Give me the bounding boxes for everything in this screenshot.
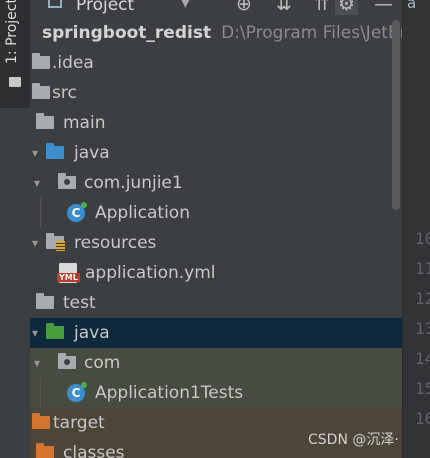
project-root-label: springboot_redist D:\Program Files\JetBra… bbox=[42, 18, 402, 48]
project-tree[interactable]: ▾ springboot_redist D:\Program Files\JetB… bbox=[30, 18, 402, 458]
tree-row-label: target bbox=[53, 413, 105, 433]
tree-row-label: resources bbox=[74, 233, 157, 253]
ide-window: 1: Project Project ▼ ⊕ ⇊ ⇈ ⚙ — ▾ springb… bbox=[0, 0, 430, 458]
project-tool-tab[interactable]: 1: Project bbox=[0, 0, 30, 108]
indent-guide bbox=[40, 198, 41, 228]
hide-panel-icon[interactable]: — bbox=[374, 0, 393, 15]
resources-folder-icon bbox=[46, 233, 65, 251]
tree-row-label: java bbox=[74, 143, 110, 163]
folder-icon bbox=[36, 113, 54, 129]
tree-row-package-com[interactable]: ▾ com bbox=[30, 348, 402, 378]
tree-row-label: Application bbox=[95, 203, 190, 223]
indent-guide bbox=[40, 378, 41, 408]
tree-row-label: com.junjie1 bbox=[84, 173, 183, 193]
tree-scrollbar-thumb[interactable] bbox=[392, 20, 400, 210]
chevron-down-icon[interactable]: ▾ bbox=[32, 318, 44, 348]
java-class-icon: C bbox=[67, 382, 87, 402]
line-number: 16 bbox=[415, 409, 430, 428]
chevron-down-icon[interactable]: ▼ bbox=[180, 0, 191, 10]
editor-gutter: a 10 11 12 13 14 15 16 bbox=[402, 0, 430, 458]
tree-row-idea[interactable]: .idea bbox=[30, 48, 402, 78]
tree-row-label: java bbox=[74, 323, 110, 343]
tree-row-label: application.yml bbox=[85, 263, 216, 283]
chevron-down-icon[interactable]: ▾ bbox=[30, 18, 36, 48]
folder-icon bbox=[9, 77, 21, 87]
tree-row-application1tests-class[interactable]: C Application1Tests bbox=[30, 378, 402, 408]
tree-row-src[interactable]: src bbox=[30, 78, 402, 108]
excluded-folder-icon bbox=[32, 413, 50, 429]
tree-row-test[interactable]: test bbox=[30, 288, 402, 318]
line-number: 11 bbox=[415, 259, 430, 278]
line-number: 14 bbox=[415, 349, 430, 368]
tree-row-package-junjie1[interactable]: ▾ com.junjie1 bbox=[30, 168, 402, 198]
tree-row-java-main[interactable]: ▾ java bbox=[30, 138, 402, 168]
java-class-icon: C bbox=[67, 202, 87, 222]
tree-row-label: src bbox=[52, 83, 77, 103]
settings-gear-icon[interactable]: ⚙ bbox=[335, 0, 359, 15]
package-icon bbox=[58, 353, 76, 369]
line-number: 15 bbox=[415, 379, 430, 398]
collapse-all-icon[interactable]: ⇈ bbox=[314, 0, 330, 15]
watermark: CSDN @沉泽· bbox=[308, 432, 399, 448]
chevron-down-icon[interactable]: ▾ bbox=[32, 138, 44, 168]
project-view-selector[interactable]: Project bbox=[76, 0, 134, 15]
tree-row-resources[interactable]: ▾ resources bbox=[30, 228, 402, 258]
tree-row-label: main bbox=[63, 113, 106, 133]
folder-icon bbox=[32, 53, 50, 69]
package-icon bbox=[58, 173, 76, 189]
tree-row-label: test bbox=[63, 293, 96, 313]
locate-icon[interactable]: ⊕ bbox=[236, 0, 252, 15]
chevron-down-icon[interactable]: ▾ bbox=[34, 348, 46, 378]
folder-icon bbox=[32, 83, 50, 99]
line-number: 12 bbox=[415, 289, 430, 308]
editor-tab-fragment[interactable]: a bbox=[407, 0, 416, 12]
chevron-down-icon[interactable]: ▾ bbox=[34, 168, 46, 198]
project-path: D:\Program Files\JetBrains bbox=[221, 23, 402, 43]
tree-row-label: .idea bbox=[52, 53, 94, 73]
project-view-icon bbox=[48, 0, 62, 8]
chevron-down-icon[interactable]: ▾ bbox=[32, 228, 44, 258]
tree-root-row[interactable]: ▾ springboot_redist D:\Program Files\JetB… bbox=[30, 18, 402, 48]
yml-file-icon: YML bbox=[57, 263, 80, 283]
project-name: springboot_redist bbox=[42, 23, 212, 43]
expand-all-icon[interactable]: ⇊ bbox=[276, 0, 292, 15]
source-folder-icon bbox=[46, 143, 64, 159]
project-panel-header: Project ▼ ⊕ ⇊ ⇈ ⚙ — bbox=[30, 0, 402, 19]
excluded-folder-icon bbox=[36, 443, 54, 458]
tree-row-java-test[interactable]: ▾ java bbox=[30, 318, 402, 348]
tree-row-application-class[interactable]: C Application bbox=[30, 198, 402, 228]
tree-row-main[interactable]: main bbox=[30, 108, 402, 138]
line-number: 10 bbox=[415, 229, 430, 248]
project-tool-tab-label: 1: Project bbox=[4, 0, 20, 64]
tree-row-label: com bbox=[84, 353, 121, 373]
test-folder-icon bbox=[46, 323, 64, 339]
tree-row-application-yml[interactable]: YML application.yml bbox=[30, 258, 402, 288]
tree-row-label: Application1Tests bbox=[95, 383, 244, 403]
tool-window-strip: 1: Project bbox=[0, 0, 31, 458]
line-number: 13 bbox=[415, 319, 430, 338]
tree-row-label: classes bbox=[63, 443, 125, 458]
folder-icon bbox=[36, 293, 54, 309]
